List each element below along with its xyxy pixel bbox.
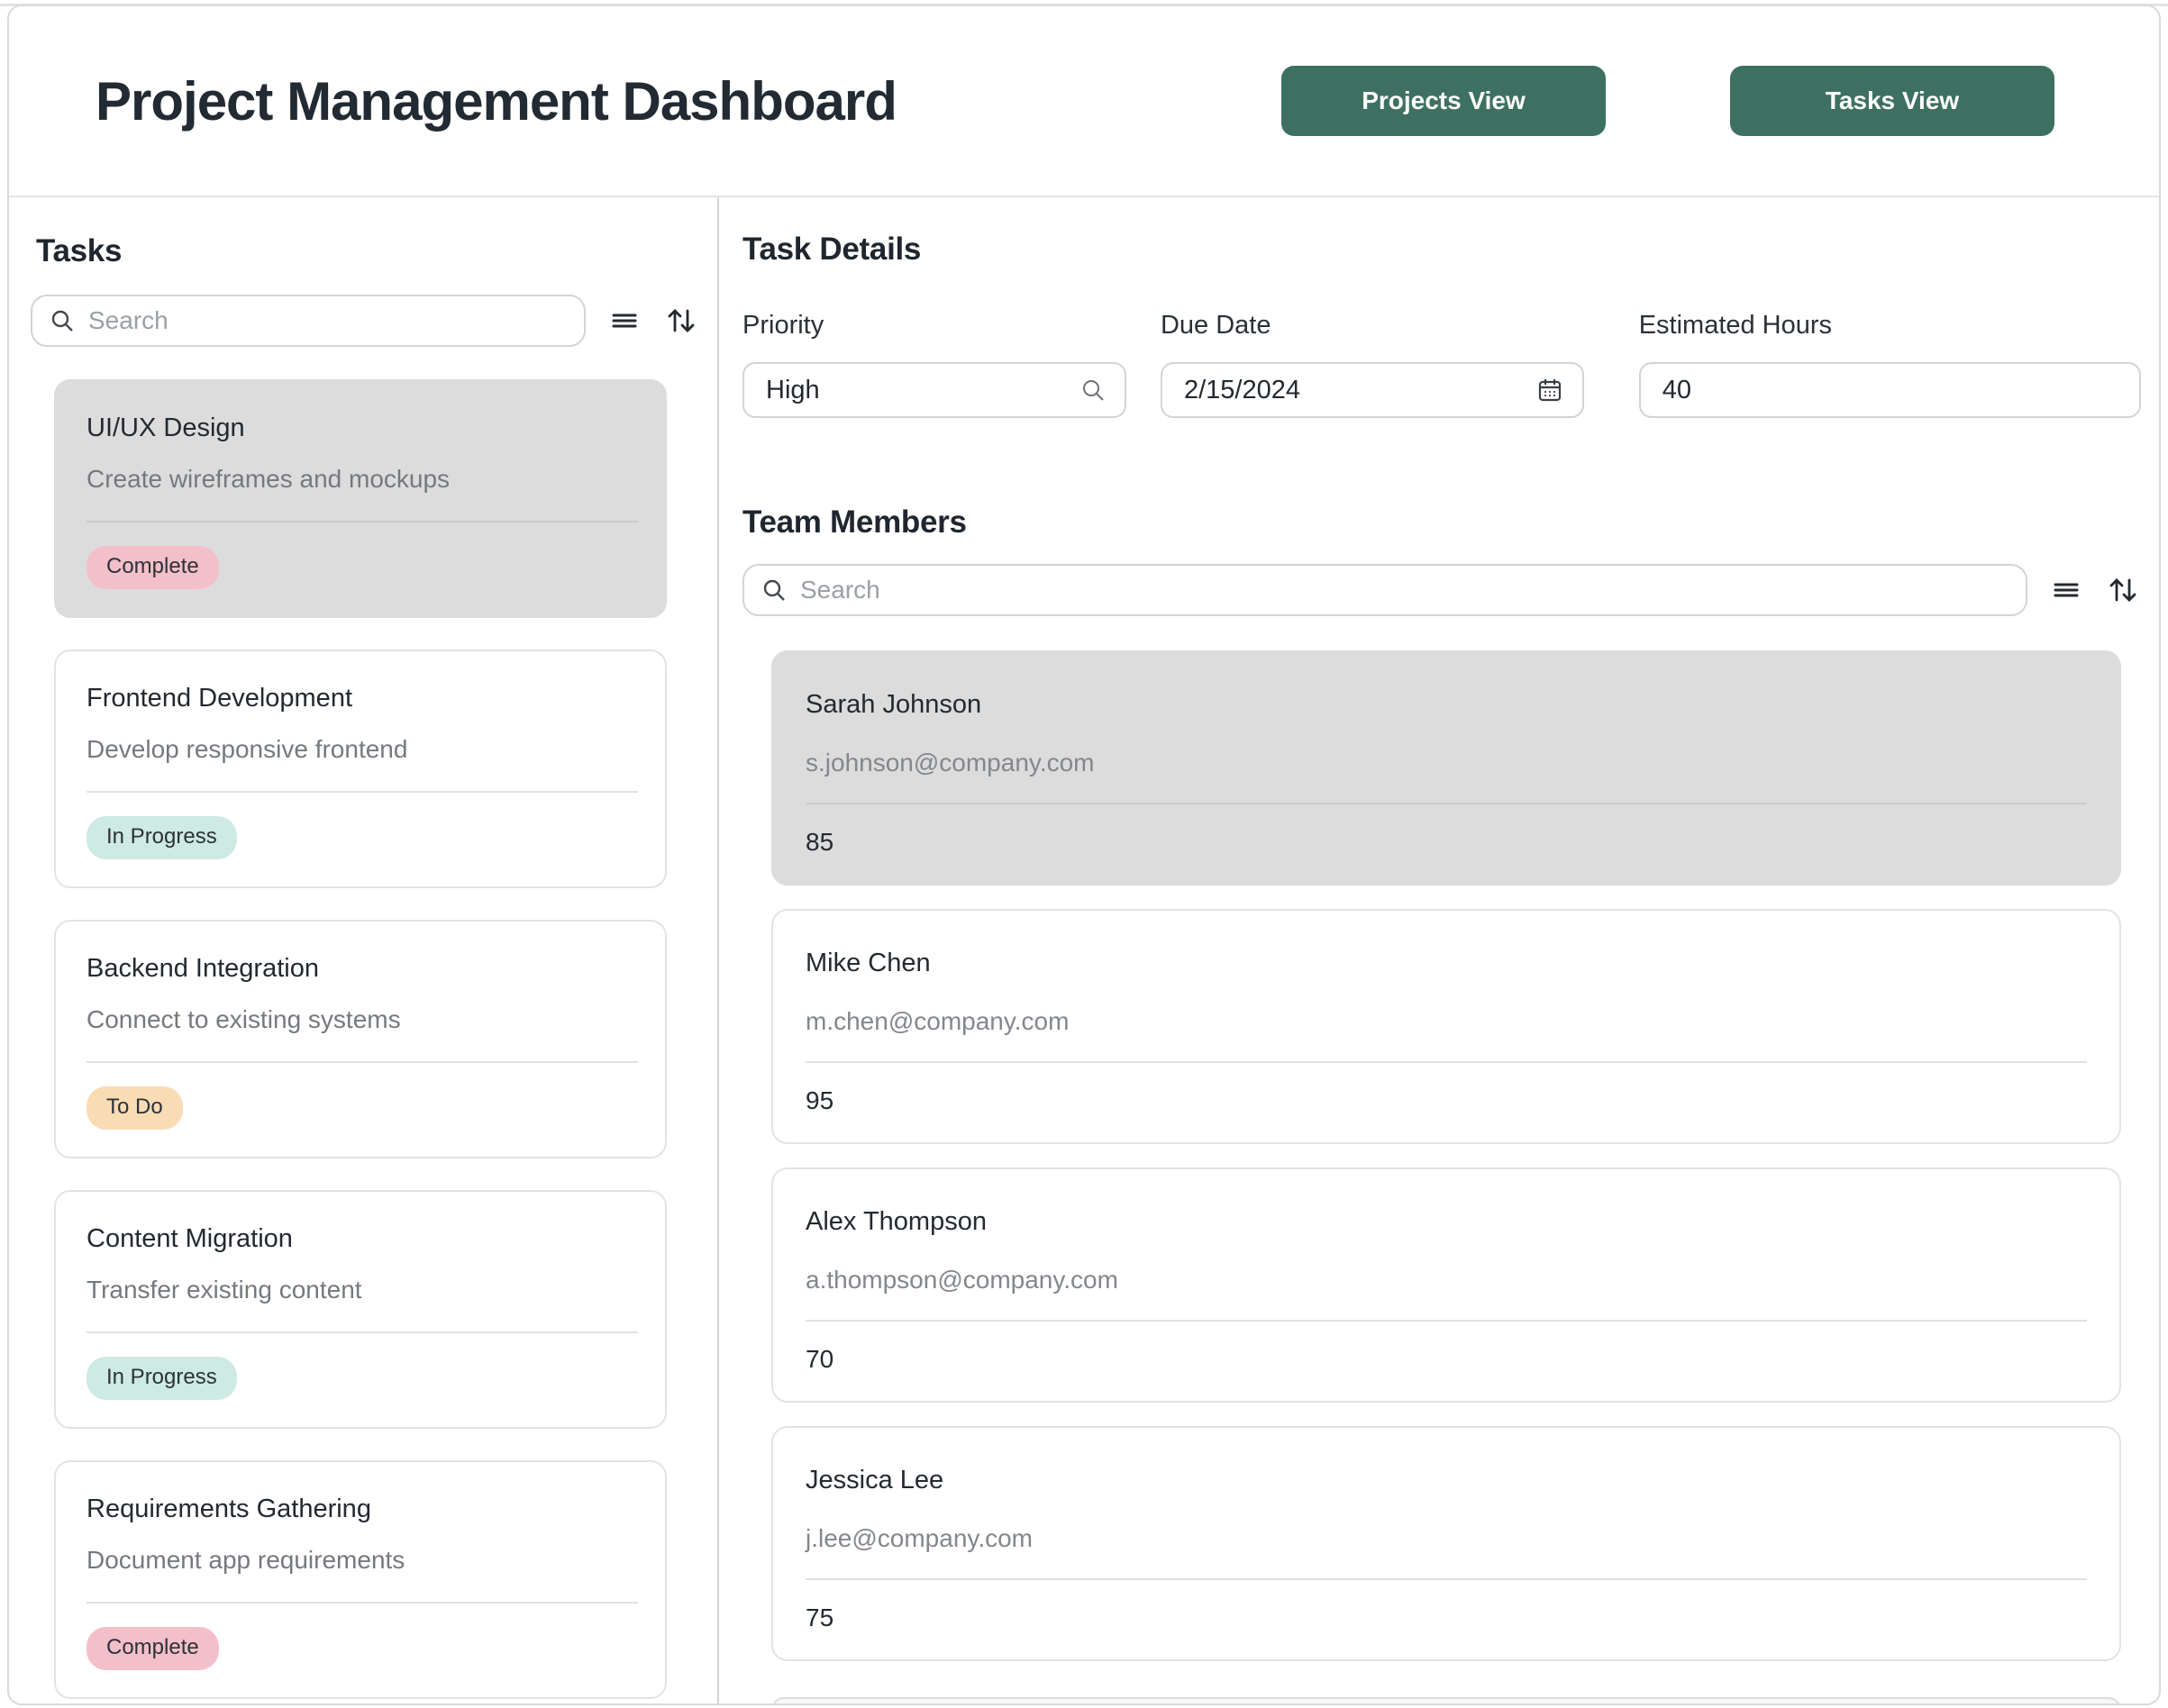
status-badge: In Progress	[87, 816, 237, 859]
card-divider	[806, 1320, 2087, 1322]
member-card[interactable]: Jessica Lee j.lee@company.com 75	[771, 1426, 2121, 1661]
member-name: Jessica Lee	[806, 1466, 2087, 1495]
member-card[interactable]: Sarah Johnson s.johnson@company.com 85	[771, 650, 2121, 886]
task-fields-row: Priority Due Date	[742, 311, 2141, 418]
tasks-sort-button[interactable]	[663, 303, 699, 339]
task-card[interactable]: Requirements Gathering Document app requ…	[54, 1460, 667, 1699]
card-divider	[87, 1061, 638, 1063]
member-email: j.lee@company.com	[806, 1524, 2087, 1553]
member-score: 70	[806, 1345, 2087, 1374]
status-badge: Complete	[87, 1627, 219, 1670]
due-date-label: Due Date	[1161, 311, 1584, 341]
due-date-input[interactable]	[1184, 376, 1525, 405]
team-search-box[interactable]	[742, 564, 2027, 616]
team-search-input[interactable]	[800, 576, 2009, 604]
task-subtitle: Develop responsive frontend	[87, 735, 638, 764]
member-name: Sarah Johnson	[806, 690, 2087, 720]
priority-label: Priority	[742, 311, 1126, 341]
team-search-row	[742, 564, 2141, 616]
task-card[interactable]: Frontend Development Develop responsive …	[54, 650, 667, 888]
member-email: s.johnson@company.com	[806, 749, 2087, 777]
team-members-title: Team Members	[742, 504, 2141, 541]
task-card[interactable]: Backend Integration Connect to existing …	[54, 920, 667, 1158]
tasks-panel: Tasks	[9, 197, 717, 1703]
card-divider	[806, 803, 2087, 804]
card-divider	[87, 1602, 638, 1604]
team-sort-button[interactable]	[2105, 572, 2141, 608]
tasks-search-box[interactable]	[31, 295, 586, 347]
status-badge: In Progress	[87, 1357, 237, 1400]
member-score: 95	[806, 1086, 2087, 1115]
estimated-hours-label: Estimated Hours	[1639, 311, 2141, 341]
member-card[interactable]: Mike Chen m.chen@company.com 95	[771, 909, 2121, 1144]
team-add-record-button[interactable]: Add Record	[771, 1697, 2121, 1705]
header-buttons: Projects View Tasks View	[1281, 66, 2054, 136]
tasks-panel-title: Tasks	[36, 233, 699, 269]
status-badge: To Do	[87, 1086, 183, 1130]
card-divider	[87, 1331, 638, 1333]
status-badge: Complete	[87, 546, 219, 589]
projects-view-button[interactable]: Projects View	[1281, 66, 1606, 136]
app-header: Project Management Dashboard Projects Vi…	[9, 6, 2159, 197]
team-members-section: Team Members	[742, 504, 2141, 1705]
filter-icon	[609, 305, 640, 336]
estimated-hours-input-box[interactable]	[1639, 362, 2141, 418]
task-subtitle: Document app requirements	[87, 1546, 638, 1575]
task-card-list: UI/UX Design Create wireframes and mocku…	[54, 379, 699, 1699]
member-card-list: Sarah Johnson s.johnson@company.com 85 M…	[771, 650, 2141, 1661]
task-title: Frontend Development	[87, 684, 638, 713]
task-title: Content Migration	[87, 1224, 638, 1254]
card-divider	[87, 791, 638, 793]
app-window: Project Management Dashboard Projects Vi…	[7, 5, 2161, 1705]
tasks-search-input[interactable]	[88, 306, 568, 335]
task-title: UI/UX Design	[87, 413, 638, 443]
calendar-icon[interactable]	[1535, 376, 1564, 404]
card-divider	[806, 1061, 2087, 1063]
member-email: m.chen@company.com	[806, 1007, 2087, 1036]
task-title: Requirements Gathering	[87, 1494, 638, 1524]
estimated-hours-field: Estimated Hours	[1639, 311, 2141, 418]
estimated-hours-input[interactable]	[1662, 376, 2121, 405]
member-score: 85	[806, 828, 2087, 857]
member-email: a.thompson@company.com	[806, 1266, 2087, 1295]
tasks-view-button[interactable]: Tasks View	[1730, 66, 2054, 136]
task-subtitle: Transfer existing content	[87, 1276, 638, 1304]
team-filter-button[interactable]	[2051, 575, 2081, 605]
task-subtitle: Connect to existing systems	[87, 1005, 638, 1034]
search-icon	[1079, 377, 1107, 404]
member-name: Alex Thompson	[806, 1207, 2087, 1237]
sort-arrows-icon	[663, 303, 699, 339]
sort-arrows-icon	[2105, 572, 2141, 608]
member-name: Mike Chen	[806, 949, 2087, 978]
task-card[interactable]: Content Migration Transfer existing cont…	[54, 1190, 667, 1429]
search-icon	[761, 577, 788, 604]
priority-input[interactable]	[766, 376, 1069, 405]
member-card[interactable]: Alex Thompson a.thompson@company.com 70	[771, 1167, 2121, 1403]
tasks-filter-button[interactable]	[609, 305, 640, 336]
priority-input-box[interactable]	[742, 362, 1126, 418]
filter-icon	[2051, 575, 2081, 605]
priority-field: Priority	[742, 311, 1126, 418]
task-title: Backend Integration	[87, 954, 638, 984]
due-date-input-box[interactable]	[1161, 362, 1584, 418]
search-icon	[49, 307, 76, 334]
main-content: Tasks	[9, 197, 2159, 1703]
task-subtitle: Create wireframes and mockups	[87, 465, 638, 494]
card-divider	[87, 521, 638, 522]
page-title: Project Management Dashboard	[96, 70, 897, 132]
task-details-title: Task Details	[742, 232, 2141, 268]
tasks-search-row	[31, 295, 699, 347]
card-divider	[806, 1578, 2087, 1580]
member-score: 75	[806, 1604, 2087, 1632]
task-card[interactable]: UI/UX Design Create wireframes and mocku…	[54, 379, 667, 618]
task-details-panel: Task Details Priority Due Date	[719, 197, 2159, 1703]
due-date-field: Due Date	[1161, 311, 1584, 418]
